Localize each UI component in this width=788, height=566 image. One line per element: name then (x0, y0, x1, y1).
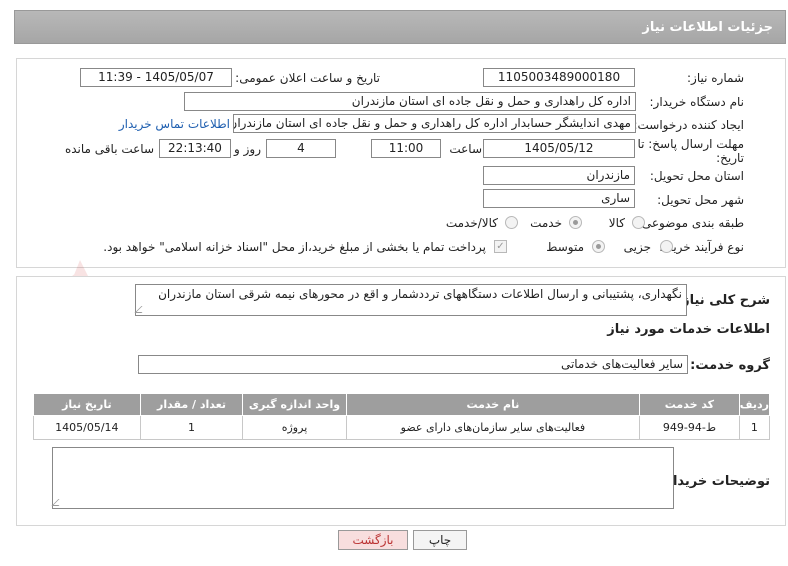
cell-need-date: 1405/05/14 (33, 415, 141, 440)
col-header-unit: واحد اندازه گیری (242, 393, 347, 416)
buyer-notes-label: توضیحات خریدار: (660, 474, 770, 489)
buyer-contact-link[interactable]: اطلاعات تماس خریدار (119, 117, 230, 131)
province-label: استان محل تحویل: (649, 169, 744, 183)
treasury-payment-checkbox[interactable]: ✓ (494, 240, 507, 253)
services-section-title: اطلاعات خدمات مورد نیاز (607, 322, 770, 337)
city-label: شهر محل تحویل: (657, 193, 744, 207)
resize-handle-icon[interactable] (134, 306, 149, 313)
creator-label: ایجاد کننده درخواست: (633, 118, 744, 132)
category-service-radio[interactable] (569, 216, 582, 229)
process-medium-label: متوسط (546, 240, 584, 254)
buyer-org-field[interactable]: اداره کل راهداری و حمل و نقل جاده ای است… (184, 92, 636, 111)
category-label: طبقه بندی موضوعی: (637, 216, 744, 230)
cell-row-number: 1 (738, 415, 771, 440)
print-button[interactable]: چاپ (413, 530, 467, 550)
category-goods-label: کالا (608, 216, 625, 230)
cell-service-code: ط-94-949 (639, 415, 740, 440)
description-textarea[interactable]: نگهداری، پشتیبانی و ارسال اطلاعات دستگاه… (134, 284, 687, 316)
need-number-label: شماره نیاز: (687, 71, 744, 85)
cell-unit: پروژه (242, 415, 347, 440)
announce-date-label: تاریخ و ساعت اعلان عمومی: (235, 71, 380, 85)
col-header-service-code: کد خدمت (639, 393, 740, 416)
deadline-label-line1: مهلت ارسال پاسخ: تا (637, 137, 744, 151)
services-table: ردیف کد خدمت نام خدمت واحد اندازه گیری ت… (33, 393, 771, 440)
need-number-field[interactable]: 1105003489000180 (483, 68, 635, 87)
city-field[interactable]: ساری (483, 189, 635, 208)
description-label: شرح کلی نیاز: (676, 293, 770, 308)
table-header-row: ردیف کد خدمت نام خدمت واحد اندازه گیری ت… (33, 393, 771, 416)
deadline-label-line2: تاریخ: (716, 151, 744, 165)
description-text: نگهداری، پشتیبانی و ارسال اطلاعات دستگاه… (158, 287, 682, 301)
need-info-panel (16, 58, 786, 268)
province-field[interactable]: مازندران (483, 166, 635, 185)
service-group-label: گروه خدمت: (690, 358, 770, 373)
resize-handle-icon[interactable] (51, 499, 66, 506)
col-header-need-date: تاریخ نیاز (33, 393, 141, 416)
buyer-notes-textarea[interactable] (51, 447, 674, 509)
process-minor-label: جزیی (623, 240, 651, 254)
table-row[interactable]: 1 ط-94-949 فعالیت‌های سایر سازمان‌های دا… (33, 415, 771, 440)
deadline-time-field[interactable]: 11:00 (371, 139, 441, 158)
process-minor-radio[interactable] (660, 240, 673, 253)
col-header-service-name: نام خدمت (345, 393, 641, 416)
cell-service-name: فعالیت‌های سایر سازمان‌های دارای عضو (345, 415, 641, 440)
page-title: جزئیات اطلاعات نیاز (642, 20, 773, 35)
treasury-payment-note: پرداخت تمام یا بخشی از مبلغ خرید،از محل … (103, 240, 486, 254)
category-goods-service-radio[interactable] (505, 216, 518, 229)
deadline-date-field[interactable]: 1405/05/12 (483, 139, 635, 158)
days-label: روز و (234, 142, 261, 156)
process-medium-radio[interactable] (592, 240, 605, 253)
buyer-org-label: نام دستگاه خریدار: (649, 95, 745, 109)
remaining-time-field[interactable]: 22:13:40 (159, 139, 231, 158)
category-goods-radio[interactable] (632, 216, 645, 229)
category-service-label: خدمت (530, 216, 562, 230)
deadline-time-label: ساعت (449, 142, 482, 156)
announce-date-field[interactable]: 1405/05/07 - 11:39 (80, 68, 232, 87)
col-header-row-number: ردیف (738, 393, 771, 416)
service-group-field[interactable]: سایر فعالیت‌های خدماتی (138, 355, 688, 374)
remaining-days-field[interactable]: 4 (266, 139, 336, 158)
back-button[interactable]: بازگشت (338, 530, 408, 550)
remaining-time-label: ساعت باقی مانده (64, 142, 154, 156)
category-goods-service-label: کالا/خدمت (445, 216, 498, 230)
cell-quantity: 1 (139, 415, 244, 440)
col-header-quantity: تعداد / مقدار (139, 393, 244, 416)
page-header: جزئیات اطلاعات نیاز (14, 10, 786, 44)
creator-field[interactable]: مهدی اندایشگر حسابدار اداره کل راهداری و… (233, 114, 636, 133)
